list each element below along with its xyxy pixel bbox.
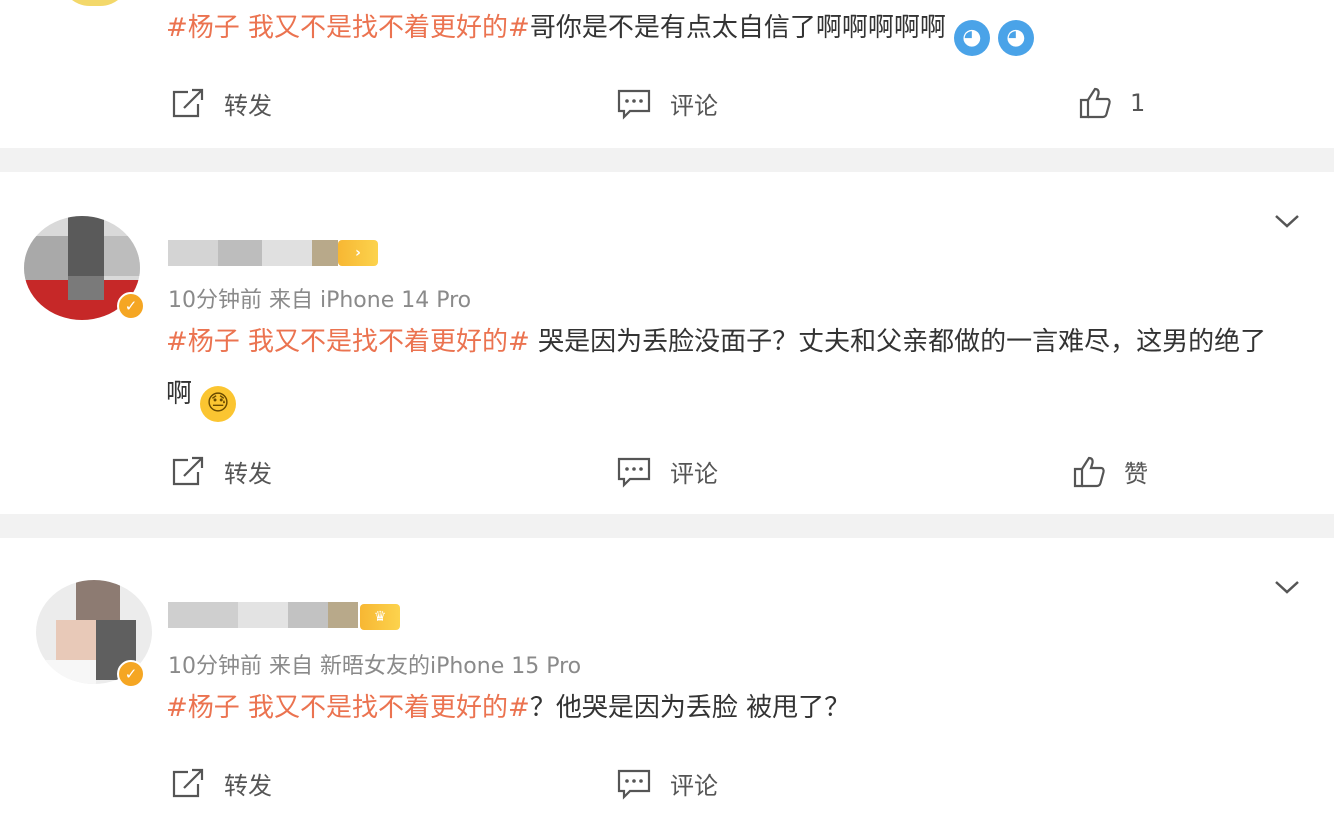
- like-count: 1: [1130, 89, 1146, 117]
- doraemon-emoji-icon: ◕: [953, 20, 990, 56]
- username[interactable]: [168, 240, 338, 266]
- comment-content: #杨子 我又不是找不着更好的#？他哭是因为丢脸 被甩了？: [166, 682, 1286, 734]
- comment-button[interactable]: 评论: [616, 454, 718, 489]
- comment-text: 哥你是不是有点太自信了啊啊啊啊啊: [529, 13, 946, 43]
- vip-badge-icon: ›: [338, 240, 378, 266]
- doraemon-emoji-icon: ◕: [997, 20, 1034, 56]
- avatar[interactable]: [60, 0, 130, 6]
- post-meta: 10分钟前 来自 iPhone 14 Pro: [168, 288, 472, 313]
- comment-button[interactable]: 评论: [616, 766, 718, 801]
- vip-badge-icon: ♛: [360, 604, 400, 630]
- post-meta: 10分钟前 来自 新晤女友的iPhone 15 Pro: [168, 654, 582, 679]
- repost-icon: [172, 88, 204, 117]
- comment-icon: [617, 457, 651, 488]
- comment-card-1: #杨子 我又不是找不着更好的#哥你是不是有点太自信了啊啊啊啊啊 ◕ ◕ 转发 评论 …: [0, 0, 1334, 148]
- sweat-face-emoji-icon: 😓: [200, 386, 237, 422]
- verified-badge-icon: ✓: [117, 660, 145, 688]
- repost-button[interactable]: 转发: [170, 454, 272, 489]
- repost-button[interactable]: 转发: [170, 766, 272, 801]
- repost-icon: [172, 768, 204, 797]
- repost-label: 转发: [224, 92, 272, 120]
- comment-icon: [617, 89, 651, 120]
- thumbs-up-icon: [1079, 87, 1111, 119]
- comment-icon: [617, 769, 651, 800]
- repost-label: 转发: [224, 772, 272, 800]
- repost-icon: [172, 456, 204, 485]
- like-label: 赞: [1124, 460, 1148, 488]
- comment-button[interactable]: 评论: [616, 86, 718, 121]
- like-button[interactable]: 赞: [1072, 454, 1148, 489]
- thumbs-up-icon: [1073, 456, 1105, 487]
- chevron-down-icon[interactable]: [1272, 206, 1302, 236]
- username[interactable]: [168, 602, 358, 628]
- comment-card-3: ✓ ♛ 10分钟前 来自 新晤女友的iPhone 15 Pro #杨子 我又不是…: [0, 538, 1334, 836]
- topic-link[interactable]: #杨子 我又不是找不着更好的#: [166, 327, 530, 357]
- comment-content: #杨子 我又不是找不着更好的# 哭是因为丢脸没面子？丈夫和父亲都做的一言难尽，这…: [166, 316, 1286, 422]
- topic-link[interactable]: #杨子 我又不是找不着更好的#: [166, 693, 530, 723]
- topic-link[interactable]: #杨子 我又不是找不着更好的#: [166, 13, 530, 43]
- like-button[interactable]: 1: [1078, 86, 1145, 120]
- chevron-down-icon[interactable]: [1272, 572, 1302, 602]
- comment-content: #杨子 我又不是找不着更好的#哥你是不是有点太自信了啊啊啊啊啊 ◕ ◕: [166, 2, 1286, 56]
- repost-label: 转发: [224, 460, 272, 488]
- repost-button[interactable]: 转发: [170, 86, 272, 121]
- comment-label: 评论: [670, 92, 718, 120]
- comment-card-2: ✓ › 10分钟前 来自 iPhone 14 Pro #杨子 我又不是找不着更好…: [0, 172, 1334, 514]
- comment-label: 评论: [670, 772, 718, 800]
- comment-text: ？他哭是因为丢脸 被甩了？: [529, 693, 851, 723]
- comment-label: 评论: [670, 460, 718, 488]
- verified-badge-icon: ✓: [117, 292, 145, 320]
